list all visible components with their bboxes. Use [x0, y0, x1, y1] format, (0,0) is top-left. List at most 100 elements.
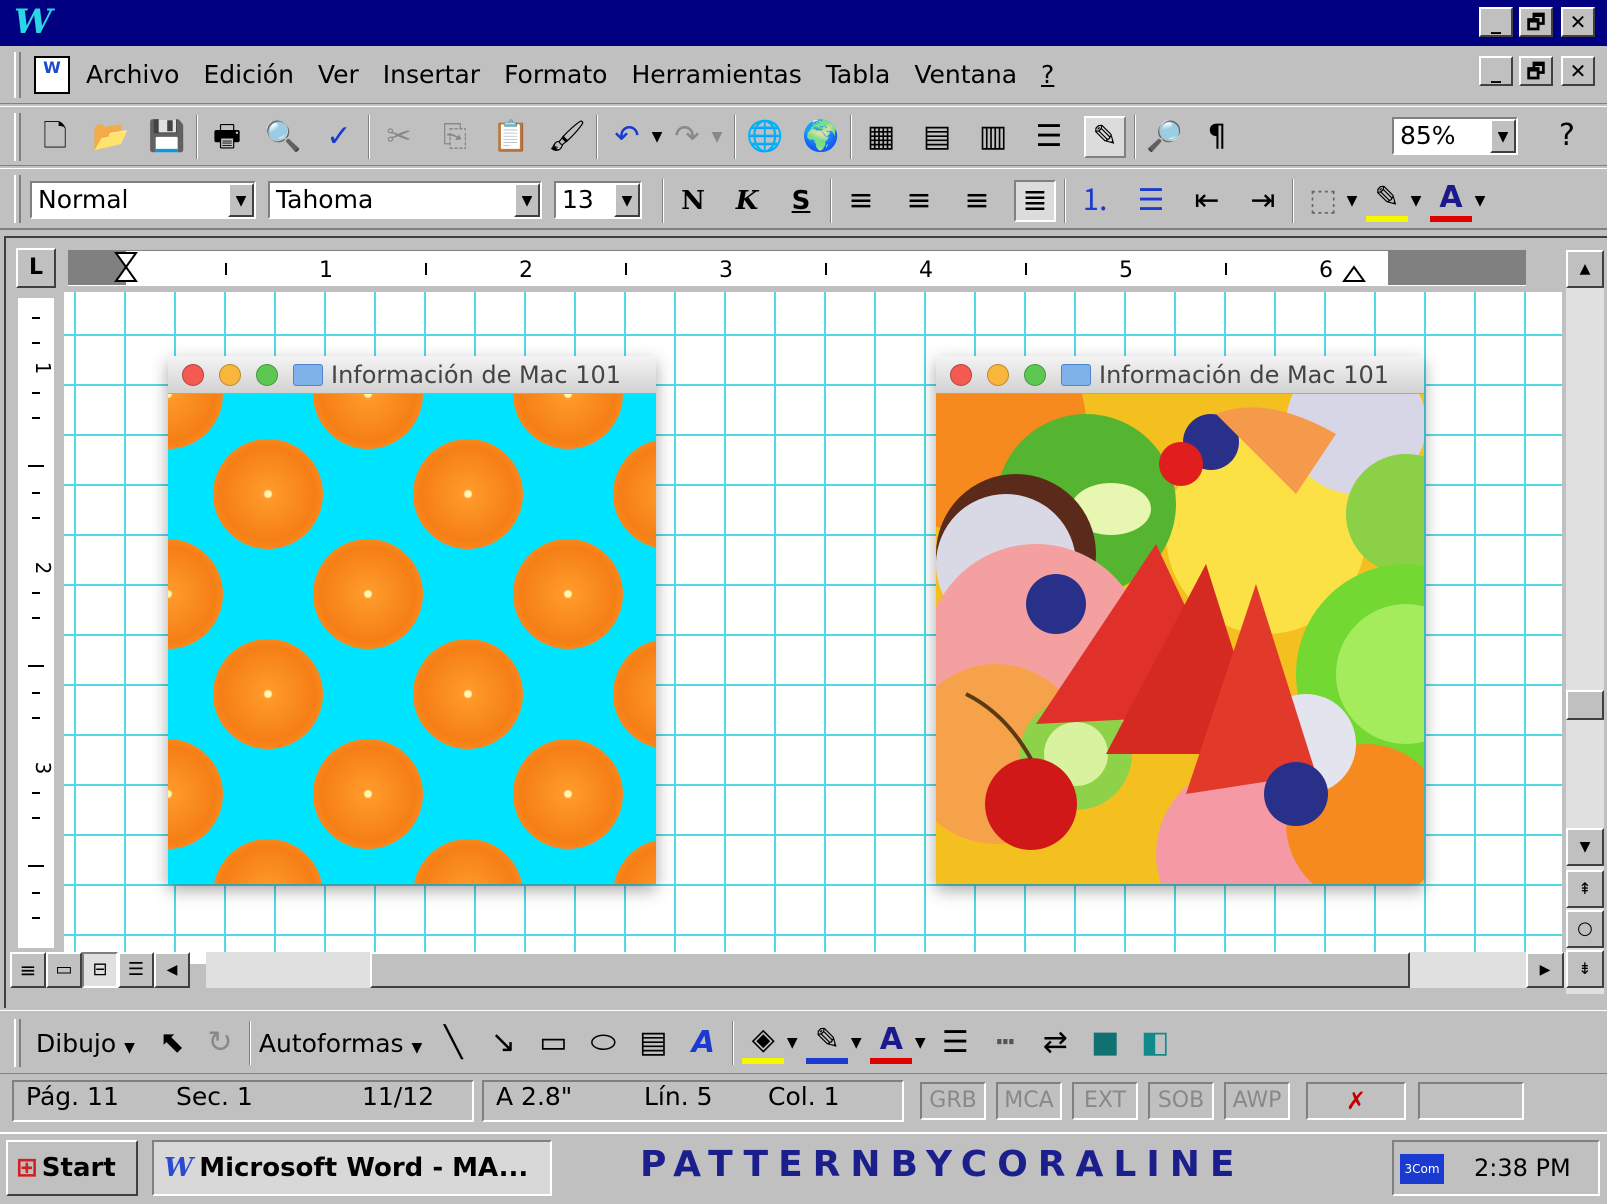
toolbar-grip[interactable]	[14, 113, 21, 161]
font-color-icon[interactable]: A	[870, 1022, 913, 1064]
font-size-select[interactable]: 13 ▼	[554, 181, 642, 219]
menu-herramientas[interactable]: Herramientas	[631, 60, 801, 89]
open-folder-icon[interactable]: 📂	[90, 116, 132, 158]
status-awp[interactable]: AWP	[1224, 1082, 1290, 1120]
format-grip[interactable]	[14, 175, 21, 223]
start-button[interactable]: ⊞ Start	[6, 1140, 138, 1196]
menu-grip[interactable]	[14, 52, 21, 98]
new-document-icon[interactable]: 🗋	[34, 116, 76, 158]
drawing-grip[interactable]	[14, 1019, 21, 1067]
text-box-icon[interactable]: ▤	[632, 1022, 674, 1064]
chevron-down-icon[interactable]: ▼	[848, 1022, 864, 1064]
line-color-icon[interactable]: ✎	[806, 1022, 849, 1064]
app-close-button[interactable]: ✕	[1561, 7, 1595, 37]
copy-icon[interactable]: ⎘	[434, 116, 476, 158]
insert-excel-icon[interactable]: ▥	[972, 116, 1014, 158]
status-grb[interactable]: GRB	[920, 1082, 986, 1120]
web-view-button[interactable]: ▭	[46, 952, 82, 988]
undo-dropdown-icon[interactable]: ▼	[648, 116, 666, 158]
bullets-icon[interactable]: ☰	[1130, 180, 1172, 222]
font-color-icon[interactable]: A	[1430, 180, 1472, 222]
menu-tabla[interactable]: Tabla	[826, 60, 891, 89]
chevron-down-icon[interactable]: ▼	[514, 183, 540, 217]
tables-borders-icon[interactable]: ▦	[860, 116, 902, 158]
select-browse-object-button[interactable]: ○	[1566, 910, 1604, 948]
rectangle-icon[interactable]: ▭	[532, 1022, 574, 1064]
app-minimize-button[interactable]: _	[1479, 7, 1513, 37]
columns-icon[interactable]: ☰	[1028, 116, 1070, 158]
doc-close-button[interactable]: ✕	[1561, 56, 1595, 86]
zoom-select[interactable]: 85% ▼	[1392, 117, 1518, 155]
arrow-icon[interactable]: ↘	[482, 1022, 524, 1064]
decrease-indent-icon[interactable]: ⇤	[1186, 180, 1228, 222]
chevron-down-icon[interactable]: ▼	[614, 183, 640, 217]
hyperlink-icon[interactable]: 🌐	[744, 116, 786, 158]
numbering-icon[interactable]: ⒈	[1074, 180, 1116, 222]
redo-icon[interactable]: ↷	[666, 116, 708, 158]
menu-ventana[interactable]: Ventana	[914, 60, 1017, 89]
menu-ver[interactable]: Ver	[318, 60, 359, 89]
scroll-left-button[interactable]: ◀	[154, 952, 190, 988]
status-ext[interactable]: EXT	[1072, 1082, 1138, 1120]
arrow-style-icon[interactable]: ⇄	[1034, 1022, 1076, 1064]
chevron-down-icon[interactable]: ▼	[1344, 180, 1360, 222]
autoformas-menu[interactable]: Autoformas ▼	[259, 1029, 422, 1058]
spelling-status-icon[interactable]: ✗	[1306, 1082, 1406, 1120]
paste-icon[interactable]: 📋	[490, 116, 532, 158]
print-preview-icon[interactable]: 🔍	[262, 116, 304, 158]
insert-table-icon[interactable]: ▤	[916, 116, 958, 158]
document-map-icon[interactable]: 🔎	[1144, 116, 1186, 158]
chevron-down-icon[interactable]: ▼	[1408, 180, 1424, 222]
undo-icon[interactable]: ↶	[606, 116, 648, 158]
dibujo-menu[interactable]: Dibujo ▼	[36, 1029, 135, 1058]
print-layout-button[interactable]: ⊟	[82, 952, 118, 988]
3d-icon[interactable]: ◧	[1134, 1022, 1176, 1064]
bold-button[interactable]: N	[672, 180, 714, 222]
underline-button[interactable]: S	[780, 180, 822, 222]
chevron-down-icon[interactable]: ▼	[912, 1022, 928, 1064]
align-center-icon[interactable]: ≡	[898, 180, 940, 222]
3com-tray-icon[interactable]: 3Com	[1400, 1154, 1444, 1184]
font-select[interactable]: Tahoma ▼	[268, 181, 542, 219]
show-formatting-icon[interactable]: ¶	[1196, 116, 1238, 158]
cut-icon[interactable]: ✂	[378, 116, 420, 158]
line-icon[interactable]: ╲	[432, 1022, 474, 1064]
doc-restore-button[interactable]: 🗗	[1519, 56, 1553, 86]
italic-button[interactable]: K	[726, 180, 768, 222]
menu-archivo[interactable]: Archivo	[86, 60, 179, 89]
outline-view-button[interactable]: ☰	[118, 952, 154, 988]
scroll-down-button[interactable]: ▼	[1566, 828, 1604, 866]
horizontal-scrollbar[interactable]: ▶	[206, 952, 1566, 988]
shadow-icon[interactable]: ■	[1084, 1022, 1126, 1064]
select-objects-icon[interactable]: ⬉	[151, 1022, 193, 1064]
horizontal-ruler[interactable]: 1 2 3 4 5 6	[68, 250, 1526, 286]
status-mca[interactable]: MCA	[996, 1082, 1062, 1120]
menu-edicion[interactable]: Edición	[203, 60, 293, 89]
align-right-icon[interactable]: ≡	[956, 180, 998, 222]
tab-selector[interactable]: L	[16, 248, 56, 288]
format-painter-icon[interactable]: 🖌	[546, 116, 588, 158]
dash-style-icon[interactable]: ┅	[984, 1022, 1026, 1064]
status-sob[interactable]: SOB	[1148, 1082, 1214, 1120]
increase-indent-icon[interactable]: ⇥	[1242, 180, 1284, 222]
align-left-icon[interactable]: ≡	[840, 180, 882, 222]
document-page[interactable]: Información de Mac 101 Información de Ma…	[64, 292, 1562, 964]
normal-view-button[interactable]: ≡	[10, 952, 46, 988]
drawing-toggle-icon[interactable]: ✎	[1084, 116, 1126, 158]
chevron-down-icon[interactable]: ▼	[228, 183, 254, 217]
menu-formato[interactable]: Formato	[504, 60, 607, 89]
chevron-down-icon[interactable]: ▼	[784, 1022, 800, 1064]
line-style-icon[interactable]: ☰	[934, 1022, 976, 1064]
horizontal-scroll-thumb[interactable]	[370, 952, 1410, 988]
office-assistant-icon[interactable]: ?	[1546, 115, 1588, 157]
taskbar-word-button[interactable]: W Microsoft Word - MA...	[152, 1140, 552, 1196]
vertical-ruler[interactable]: 1 2 3	[18, 298, 54, 948]
scroll-right-button[interactable]: ▶	[1526, 952, 1564, 988]
next-page-button[interactable]: ⇟	[1566, 950, 1604, 988]
redo-dropdown-icon[interactable]: ▼	[708, 116, 726, 158]
web-toolbar-icon[interactable]: 🌍	[800, 116, 842, 158]
highlight-icon[interactable]: ✎	[1366, 180, 1408, 222]
vertical-scrollbar[interactable]: ▲ ▼ ⇞ ○ ⇟	[1566, 250, 1604, 994]
style-select[interactable]: Normal ▼	[30, 181, 256, 219]
print-icon[interactable]: 🖶	[206, 116, 248, 158]
